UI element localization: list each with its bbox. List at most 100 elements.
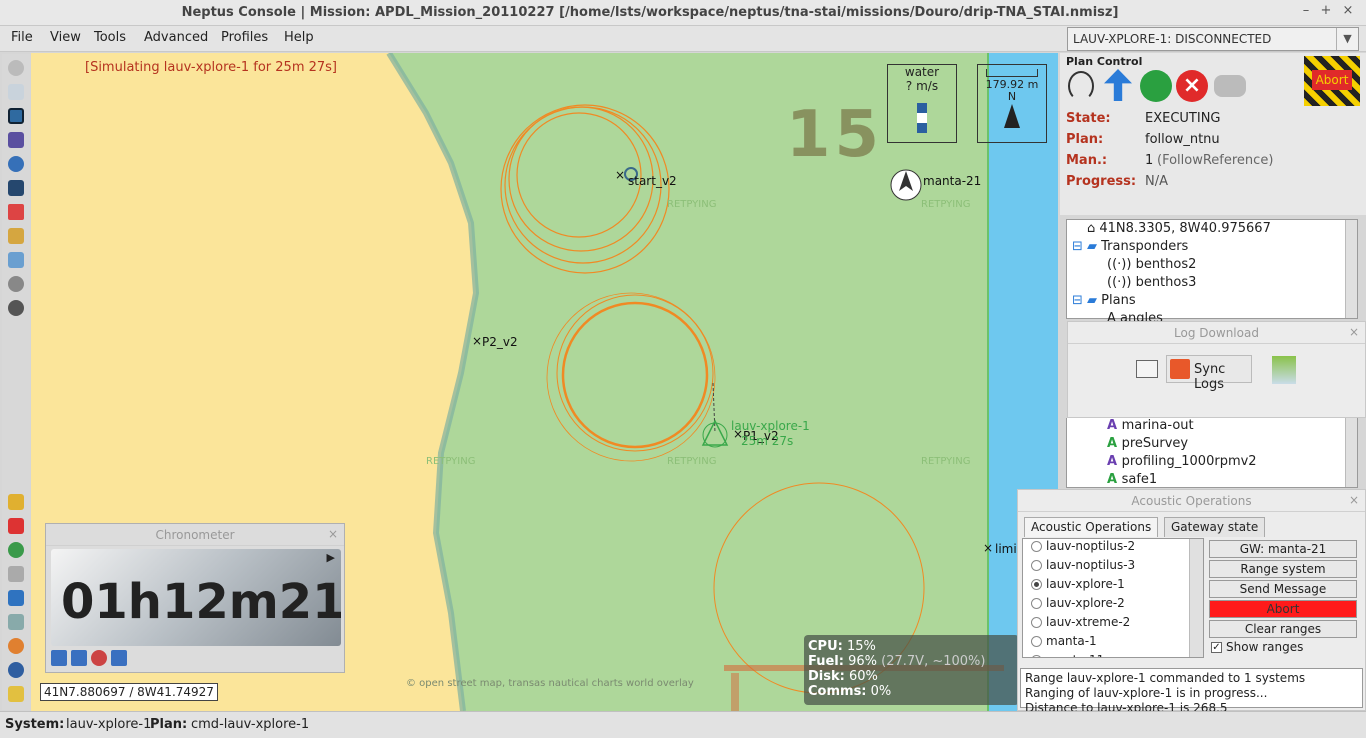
vehicle-icon[interactable] <box>8 180 24 196</box>
acoustic-operations-panel: Acoustic Operations × Acoustic Operation… <box>1017 489 1366 715</box>
chart-icon[interactable] <box>8 590 24 606</box>
radio-button[interactable] <box>1031 636 1042 647</box>
globe-icon[interactable] <box>8 156 24 172</box>
window-titlebar: Neptus Console | Mission: APDL_Mission_2… <box>0 0 1366 26</box>
log-book-icon[interactable] <box>1136 360 1158 378</box>
tree-item[interactable]: ((·)) benthos3 <box>1107 275 1196 290</box>
chronometer-close-button[interactable]: × <box>328 527 338 541</box>
plan-label: Plan: <box>1066 132 1104 147</box>
select-icon[interactable] <box>8 108 24 124</box>
antenna-icon[interactable] <box>1068 71 1094 101</box>
radio-button[interactable] <box>1031 598 1042 609</box>
radio-button[interactable] <box>1031 579 1042 590</box>
compass-icon[interactable] <box>8 300 24 316</box>
pencil-icon[interactable] <box>8 494 24 510</box>
log-download-close-button[interactable]: × <box>1349 325 1359 339</box>
tree-transponders[interactable]: ⊟ ▰ Transponders <box>1072 239 1188 254</box>
tree-item[interactable]: A profiling_1000rpmv2 <box>1107 454 1257 469</box>
menu-view[interactable]: View <box>50 30 81 45</box>
status-system-label: System: <box>5 717 65 732</box>
download-icon[interactable] <box>1272 356 1296 384</box>
tree-scrollbar[interactable] <box>1345 220 1357 318</box>
upload-icon[interactable] <box>111 650 127 666</box>
tree-home[interactable]: ⌂ 41N8.3305, 8W40.975667 <box>1087 221 1271 236</box>
chevron-down-icon[interactable]: ▼ <box>1336 28 1358 50</box>
lock-icon[interactable] <box>8 228 24 244</box>
range-system-button[interactable]: Range system <box>1209 560 1357 578</box>
comms-label: Comms: <box>808 684 867 699</box>
play-icon[interactable]: ▶ <box>327 551 335 564</box>
acoustic-abort-button[interactable]: Abort <box>1209 600 1357 618</box>
radio-button[interactable] <box>1031 617 1042 628</box>
marker-icon[interactable] <box>8 518 24 534</box>
gamepad-icon[interactable] <box>1214 75 1246 97</box>
plan-icon: A <box>1107 436 1122 451</box>
eye-icon[interactable] <box>8 276 24 292</box>
play-plan-icon[interactable] <box>8 542 24 558</box>
pan-icon[interactable] <box>8 60 24 76</box>
layers-icon[interactable] <box>8 686 24 702</box>
abort-button[interactable]: Abort <box>1304 56 1360 106</box>
disk-value: 60% <box>848 669 878 684</box>
transponder-icon: ((·)) <box>1107 257 1136 272</box>
menu-help[interactable]: Help <box>284 30 314 45</box>
route-icon[interactable] <box>8 132 24 148</box>
network-icon[interactable] <box>8 614 24 630</box>
radio-button[interactable] <box>1031 560 1042 571</box>
maneuver-type: (FollowReference) <box>1157 153 1274 168</box>
pause-icon[interactable] <box>71 650 87 666</box>
tree-item[interactable]: ((·)) benthos2 <box>1107 257 1196 272</box>
menu-file[interactable]: File <box>11 30 33 45</box>
keyboard-icon[interactable] <box>8 566 24 582</box>
north-arrow-icon <box>1004 104 1020 128</box>
minimize-button[interactable]: – <box>1296 3 1316 18</box>
start-plan-icon[interactable] <box>1140 70 1172 102</box>
tree-item[interactable]: A preSurvey <box>1107 436 1188 451</box>
tree-plans[interactable]: ⊟ ▰ Plans <box>1072 293 1136 308</box>
radio-button[interactable] <box>1031 655 1042 657</box>
ruler-icon[interactable] <box>8 84 24 100</box>
info-icon[interactable] <box>8 662 24 678</box>
tab-gateway-state[interactable]: Gateway state <box>1164 517 1266 537</box>
tab-acoustic-operations[interactable]: Acoustic Operations <box>1024 517 1159 537</box>
tree-item[interactable]: A safe1 <box>1107 472 1157 487</box>
sync-logs-button[interactable]: Sync Logs <box>1166 355 1252 392</box>
show-ranges-checkbox[interactable]: ✓ <box>1211 642 1222 653</box>
menu-tools[interactable]: Tools <box>94 30 126 45</box>
current-arrow-icon <box>917 103 927 133</box>
reset-icon[interactable] <box>51 650 67 666</box>
vehicle-selector[interactable]: LAUV-XPLORE-1: DISCONNECTED ▼ <box>1067 27 1359 51</box>
mission-tree-continued[interactable]: A marina-out A preSurvey A profiling_100… <box>1066 418 1358 488</box>
mission-tree[interactable]: ⌂ 41N8.3305, 8W40.975667 ⊟ ▰ Transponder… <box>1066 219 1358 326</box>
menu-profiles[interactable]: Profiles <box>221 30 268 45</box>
edit-icon[interactable] <box>8 204 24 220</box>
stop-plan-icon[interactable]: × <box>1176 70 1208 102</box>
vehicle-eta-label: 25m 27s <box>741 434 794 448</box>
maximize-button[interactable]: + <box>1316 3 1336 18</box>
acoustic-close-button[interactable]: × <box>1349 493 1359 507</box>
system-name: lauv-noptilus-3 <box>1046 558 1136 572</box>
tree-item[interactable]: A marina-out <box>1107 418 1194 433</box>
plan-value: follow_ntnu <box>1145 132 1220 147</box>
pin-icon[interactable] <box>8 638 24 654</box>
log-download-panel: Log Download × Sync Logs <box>1067 321 1366 418</box>
acoustic-title: Acoustic Operations <box>1018 490 1365 512</box>
clear-ranges-button[interactable]: Clear ranges <box>1209 620 1357 638</box>
menu-advanced[interactable]: Advanced <box>144 30 208 45</box>
gateway-button[interactable]: GW: manta-21 <box>1209 540 1357 558</box>
system-list-scrollbar[interactable] <box>1189 539 1203 657</box>
image-icon[interactable] <box>8 252 24 268</box>
radio-button[interactable] <box>1031 541 1042 552</box>
status-plan-label: Plan: <box>150 717 188 732</box>
left-toolbar <box>2 54 30 710</box>
stop-icon[interactable] <box>91 650 107 666</box>
send-message-button[interactable]: Send Message <box>1209 580 1357 598</box>
send-plan-icon[interactable] <box>1104 69 1132 101</box>
tile-watermark: RETPYING <box>426 456 476 467</box>
close-window-button[interactable]: × <box>1338 3 1358 18</box>
tree-scrollbar[interactable] <box>1345 418 1357 487</box>
system-list[interactable]: lauv-noptilus-2 lauv-noptilus-3 lauv-xpl… <box>1022 538 1204 658</box>
folder-icon: ⊟ ▰ <box>1072 239 1102 254</box>
tile-watermark: RETPYING <box>667 456 717 467</box>
cpu-label: CPU: <box>808 639 843 654</box>
